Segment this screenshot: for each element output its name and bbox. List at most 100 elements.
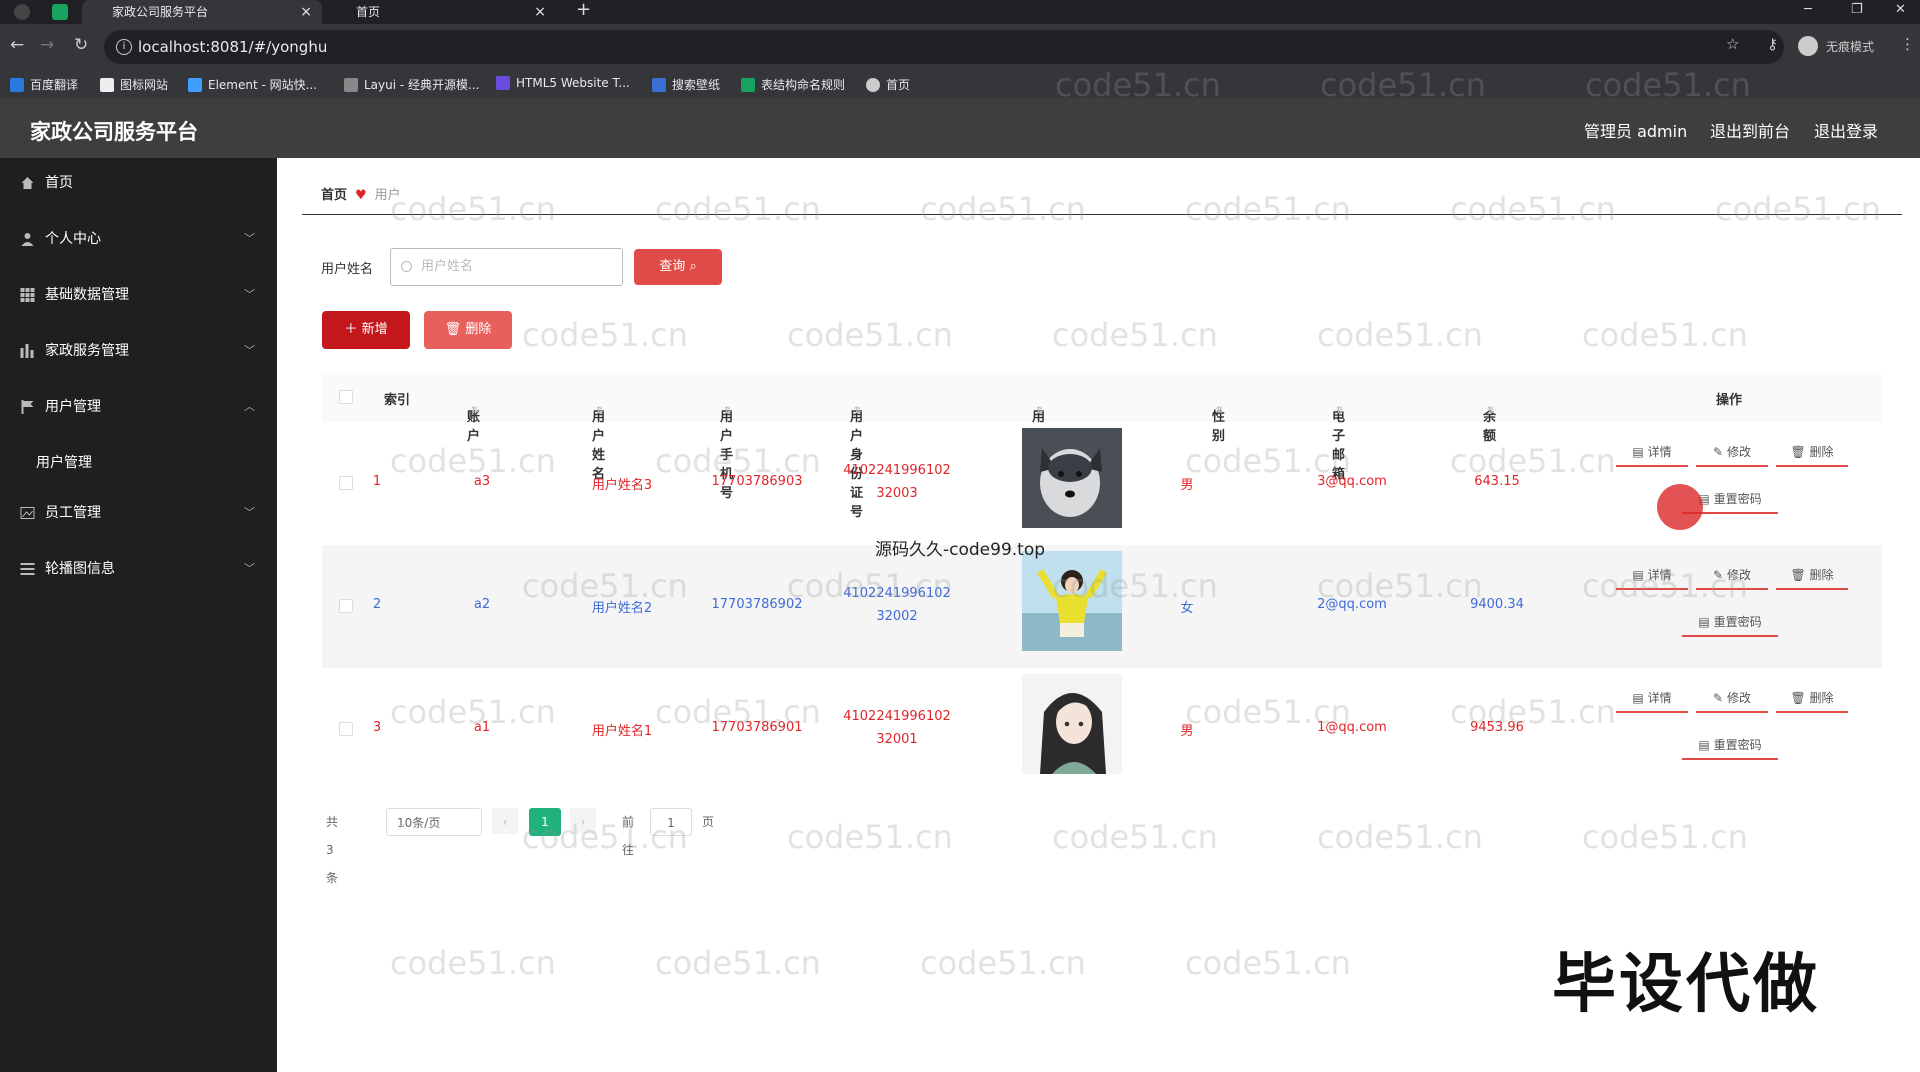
cell-account: a2 bbox=[473, 597, 491, 612]
bookmark-star-icon[interactable]: ☆ bbox=[1726, 35, 1739, 53]
click-indicator bbox=[1657, 484, 1703, 530]
page-unit-label: 页 bbox=[702, 815, 715, 829]
sort-icon[interactable]: ⇅ bbox=[724, 406, 732, 416]
col-index: 索引 bbox=[384, 393, 411, 408]
sidebar-item-carousel[interactable]: 轮播图信息 ﹀ bbox=[0, 544, 277, 594]
edit-button[interactable]: ✎ 修改 bbox=[1696, 685, 1768, 713]
cell-balance: 9453.96 bbox=[1470, 720, 1524, 735]
page-jump-input[interactable]: 1 bbox=[650, 808, 692, 836]
reset-password-button[interactable]: ▤ 重置密码 bbox=[1682, 609, 1778, 637]
tab-active[interactable]: 家政公司服务平台 × bbox=[82, 0, 322, 24]
app-favicon-icon[interactable] bbox=[52, 4, 68, 20]
profile-label[interactable]: 无痕模式 bbox=[1826, 38, 1874, 55]
wallpaper-icon bbox=[652, 78, 666, 92]
heart-icon: ♥ bbox=[355, 188, 367, 203]
chevron-up-icon: ︿ bbox=[244, 400, 255, 413]
close-tab-icon[interactable]: × bbox=[534, 0, 546, 24]
bookmark-item[interactable]: Layui - 经典开源模... bbox=[344, 76, 479, 93]
sidebar-item-home[interactable]: 首页 bbox=[0, 158, 277, 208]
sort-icon[interactable]: ⇅ bbox=[1216, 406, 1224, 416]
detail-button[interactable]: ▤ 详情 bbox=[1616, 562, 1688, 590]
row-delete-button[interactable]: 🗑 删除 bbox=[1776, 439, 1848, 467]
bookmark-item[interactable]: Element - 网站快... bbox=[188, 76, 317, 93]
sidebar-item-basic-data[interactable]: 基础数据管理 ﹀ bbox=[0, 270, 277, 320]
sort-icon[interactable]: ⇅ bbox=[1487, 406, 1495, 416]
bookmark-item[interactable]: HTML5 Website T... bbox=[496, 76, 630, 90]
close-window-icon[interactable]: ✕ bbox=[1895, 0, 1906, 20]
table-header: 索引 账户⇅ 用户姓名⇅ 用户手机号⇅ 用户身份证号⇅ 用户头像⇅ 性别⇅ 电子… bbox=[322, 372, 1882, 520]
avatar-husky bbox=[1022, 428, 1122, 528]
breadcrumb-home[interactable]: 首页 bbox=[321, 188, 347, 203]
sort-icon[interactable]: ⇅ bbox=[1036, 406, 1044, 416]
sort-icon[interactable]: ⇅ bbox=[1336, 406, 1344, 416]
query-button[interactable]: 查询 ⌕ bbox=[634, 249, 722, 285]
bookmark-item[interactable]: 表结构命名规则 bbox=[741, 76, 845, 93]
row-checkbox[interactable] bbox=[339, 722, 353, 736]
logout-link[interactable]: 退出登录 bbox=[1814, 118, 1878, 142]
globe-icon bbox=[866, 78, 880, 92]
url-text: localhost:8081/#/yonghu bbox=[138, 38, 328, 56]
forward-icon[interactable]: → bbox=[40, 35, 54, 55]
next-page-button[interactable]: › bbox=[570, 808, 596, 834]
edit-button[interactable]: ✎ 修改 bbox=[1696, 439, 1768, 467]
new-tab-icon[interactable]: + bbox=[576, 0, 591, 20]
minimize-icon[interactable]: ─ bbox=[1804, 0, 1812, 20]
page-size-select[interactable]: 10条/页 ⌄ bbox=[386, 808, 482, 836]
plus-icon: ＋ bbox=[344, 322, 358, 337]
admin-label[interactable]: 管理员 admin bbox=[1584, 118, 1687, 142]
detail-button[interactable]: ▤ 详情 bbox=[1616, 685, 1688, 713]
table-row: 1 a3 用户姓名3 17703786903 4102241996102 320… bbox=[322, 422, 1882, 545]
breadcrumb: 首页 ♥ 用户 bbox=[321, 184, 401, 203]
cell-index: 2 bbox=[372, 597, 382, 612]
tab-label: 家政公司服务平台 bbox=[112, 5, 209, 19]
key-icon[interactable]: ⚷ bbox=[1767, 35, 1778, 53]
bookmark-item[interactable]: 首页 bbox=[866, 76, 910, 93]
sidebar-item-service[interactable]: 家政服务管理 ﹀ bbox=[0, 326, 277, 376]
sort-icon[interactable]: ⇅ bbox=[471, 406, 479, 416]
sidebar-item-user-mgmt[interactable]: 用户管理 ︿ bbox=[0, 382, 277, 432]
reset-password-button[interactable]: ▤ 重置密码 bbox=[1682, 732, 1778, 760]
search-input[interactable]: 用户姓名 bbox=[390, 248, 623, 286]
back-icon[interactable]: ← bbox=[10, 35, 24, 55]
cell-idcard-2: 32001 bbox=[876, 732, 918, 747]
back-to-front-link[interactable]: 退出到前台 bbox=[1710, 118, 1790, 142]
add-button[interactable]: ＋ 新增 bbox=[322, 311, 410, 349]
menu-dots-icon[interactable]: ⋮ bbox=[1900, 35, 1915, 53]
edit-button[interactable]: ✎ 修改 bbox=[1696, 562, 1768, 590]
sidebar-subitem-user-mgmt[interactable]: 用户管理 bbox=[0, 438, 277, 488]
chevron-down-icon: ﹀ bbox=[244, 288, 255, 301]
trash-icon: 🗑 bbox=[1790, 445, 1806, 459]
row-checkbox[interactable] bbox=[339, 476, 353, 490]
reload-icon[interactable]: ↻ bbox=[74, 35, 88, 55]
row-delete-button[interactable]: 🗑 删除 bbox=[1776, 562, 1848, 590]
search-icon: ⌕ bbox=[689, 259, 697, 274]
cell-idcard-2: 32002 bbox=[876, 609, 918, 624]
chevron-down-icon: ﹀ bbox=[244, 232, 255, 245]
tab-home[interactable]: 首页 × bbox=[326, 0, 556, 24]
source-overlay-text: 源码久久-code99.top bbox=[875, 540, 1046, 560]
layui-icon bbox=[344, 78, 358, 92]
sort-icon[interactable]: ⇅ bbox=[596, 406, 604, 416]
close-tab-icon[interactable]: × bbox=[300, 0, 312, 24]
delete-button[interactable]: 🗑 删除 bbox=[424, 311, 512, 349]
row-delete-button[interactable]: 🗑 删除 bbox=[1776, 685, 1848, 713]
breadcrumb-current: 用户 bbox=[374, 188, 401, 203]
cell-index: 3 bbox=[372, 720, 382, 735]
detail-button[interactable]: ▤ 详情 bbox=[1616, 439, 1688, 467]
sidebar-item-profile[interactable]: 个人中心 ﹀ bbox=[0, 214, 277, 264]
table-row: 2 a2 用户姓名2 17703786902 4102241996102 320… bbox=[322, 545, 1882, 668]
translate-icon bbox=[10, 78, 24, 92]
url-field[interactable]: i localhost:8081/#/yonghu bbox=[104, 30, 1784, 64]
prev-page-button[interactable]: ‹ bbox=[492, 808, 518, 834]
site-info-icon[interactable]: i bbox=[116, 39, 132, 55]
bookmark-item[interactable]: 图标网站 bbox=[100, 76, 168, 93]
bookmark-item[interactable]: 百度翻译 bbox=[10, 76, 78, 93]
sort-icon[interactable]: ⇅ bbox=[854, 406, 862, 416]
sidebar-item-staff[interactable]: 员工管理 ﹀ bbox=[0, 488, 277, 538]
bookmark-item[interactable]: 搜索壁纸 bbox=[652, 76, 720, 93]
cell-name: 用户姓名1 bbox=[591, 724, 653, 739]
select-all-checkbox[interactable] bbox=[339, 390, 353, 404]
restore-icon[interactable]: ❐ bbox=[1851, 0, 1863, 20]
row-checkbox[interactable] bbox=[339, 599, 353, 613]
page-1-button[interactable]: 1 bbox=[529, 808, 561, 836]
